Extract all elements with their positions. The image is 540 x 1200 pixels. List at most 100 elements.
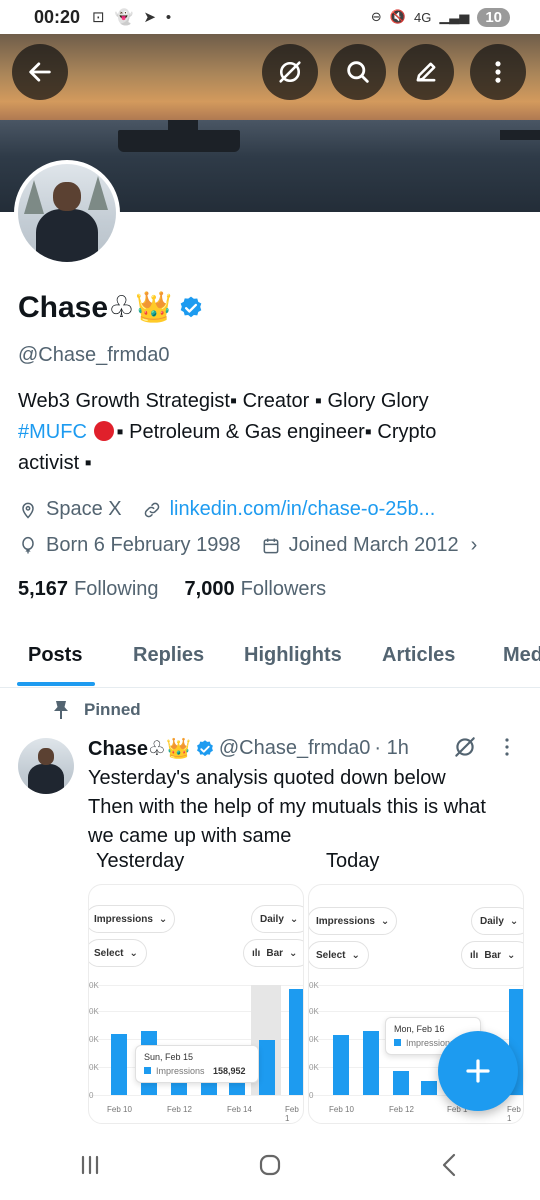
birthday-text: Born 6 February 1998 [46, 534, 241, 556]
metric-label: Impressions [94, 913, 153, 925]
y-tick: 0K [89, 1007, 99, 1016]
x-tick: Feb 12 [167, 1105, 192, 1114]
display-name: Chase♧👑 [18, 291, 173, 324]
chevron-down-icon: ⌄ [351, 949, 360, 961]
profile-tabs: Posts Replies Highlights Articles Med [0, 630, 540, 688]
grok-button[interactable] [262, 44, 318, 100]
grok-icon[interactable] [452, 734, 478, 760]
snapchat-icon: 👻 [114, 9, 134, 26]
edit-pencil-icon [416, 62, 436, 82]
tab-media[interactable]: Med [503, 644, 540, 667]
label-today: Today [326, 850, 380, 872]
mute-icon: 🔇 [389, 9, 406, 24]
followers-label[interactable]: Followers [241, 578, 327, 601]
search-button[interactable] [330, 44, 386, 100]
label-yesterday: Yesterday [96, 850, 185, 872]
compare-select[interactable]: Select ⌄ [309, 941, 369, 969]
red-circle-emoji [94, 421, 115, 441]
y-tick: 0 [309, 1091, 314, 1100]
tab-highlights[interactable]: Highlights [244, 644, 342, 667]
profile-handle: @Chase_frmda0 [18, 344, 170, 366]
chart-bar [289, 989, 303, 1095]
back-arrow-icon [29, 62, 51, 82]
avatar-tree [88, 176, 108, 210]
location-text: Space X [46, 498, 122, 520]
chart-type-label: Bar [266, 947, 284, 959]
y-tick: 0K [89, 981, 99, 990]
more-button[interactable] [470, 44, 526, 100]
x-tick: Feb 10 [107, 1105, 132, 1114]
following-label[interactable]: Following [74, 578, 158, 601]
hashtag-link[interactable]: #MUFC [18, 421, 87, 443]
avatar-person-body [28, 763, 64, 794]
tab-posts[interactable]: Posts [28, 644, 82, 667]
period-select[interactable]: Daily ⌄ [471, 907, 523, 935]
chevron-right-icon[interactable]: › [471, 534, 478, 557]
metric-select[interactable]: Impressions ⌄ [309, 907, 397, 935]
more-vertical-icon[interactable] [502, 736, 512, 758]
verified-badge-icon[interactable] [178, 295, 204, 321]
chart-type-select[interactable]: ılı Bar ⌄ [461, 941, 523, 969]
select-label: Select [316, 949, 346, 961]
post-author-handle[interactable]: @Chase_frmda0 [219, 737, 370, 760]
balloon-icon [22, 536, 34, 553]
avatar-person-head [38, 748, 54, 765]
bio-line-1: Web3 Growth Strategist▪︎ Creator ▪︎ Glor… [18, 390, 429, 412]
y-tick: 0K [309, 981, 319, 990]
x-tick: Feb 14 [227, 1105, 252, 1114]
profile-bio: Web3 Growth Strategist▪︎ Creator ▪︎ Glor… [18, 386, 518, 479]
website-link[interactable]: linkedin.com/in/chase-o-25b... [170, 498, 436, 521]
chevron-down-icon: ⌄ [509, 915, 519, 927]
search-icon [347, 61, 369, 83]
system-icons: ⊖ 🔇 4G ▁▃▅ 10 [370, 7, 510, 27]
chevron-down-icon: ⌄ [289, 913, 299, 925]
banner-ship [118, 130, 240, 152]
period-label: Daily [260, 913, 284, 925]
y-tick: 0K [309, 1035, 319, 1044]
follow-counts: 5,167 Following 7,000 Followers [18, 578, 326, 601]
recent-apps-icon[interactable] [76, 1151, 104, 1179]
x-tick: Feb 1 [285, 1105, 299, 1123]
avatar-photo [18, 164, 116, 262]
chart-card-yesterday[interactable]: Impressions ⌄ Daily ⌄ Select ⌄ ılı Bar ⌄ 0K 0… [88, 884, 304, 1124]
home-icon[interactable] [256, 1151, 284, 1179]
post-time: · 1h [374, 737, 409, 759]
chart-bar [363, 1031, 379, 1095]
metric-select[interactable]: Impressions ⌄ [89, 905, 175, 933]
chevron-down-icon: ⌄ [380, 915, 390, 927]
tooltip-date: Mon, Feb 16 [394, 1024, 445, 1034]
status-time: 00:20 [34, 6, 81, 27]
select-label: Select [94, 947, 124, 959]
chart-bar [421, 1081, 437, 1095]
location-pin-icon [22, 502, 34, 519]
post-author-name[interactable]: Chase♧👑 [88, 736, 191, 761]
screenshot-icon: ⊡ [92, 9, 105, 26]
edit-button[interactable] [398, 44, 454, 100]
period-select[interactable]: Daily ⌄ [251, 905, 303, 933]
compose-post-button[interactable] [438, 1031, 518, 1111]
profile-name-row: Chase♧👑 [18, 290, 204, 325]
chart-bar [229, 1081, 245, 1095]
back-button[interactable] [12, 44, 68, 100]
chart-bar [259, 1040, 275, 1095]
x-tick: Feb 10 [329, 1105, 354, 1114]
compare-select[interactable]: Select ⌄ [89, 939, 147, 967]
followers-count[interactable]: 7,000 [185, 578, 235, 601]
system-navigation-bar [0, 1130, 540, 1200]
x-tick: Feb 1 [507, 1105, 521, 1123]
post-header: Chase♧👑 @Chase_frmda0 · 1h [88, 736, 409, 761]
post-action-icons [452, 734, 512, 760]
chevron-down-icon: ⌄ [289, 947, 298, 959]
banner-ship-distant [500, 130, 540, 140]
bar-chart-icon: ılı [470, 949, 479, 961]
post-author-avatar[interactable] [18, 738, 74, 794]
dnd-icon: ⊖ [370, 9, 382, 24]
tab-articles[interactable]: Articles [382, 644, 455, 667]
profile-avatar[interactable] [14, 160, 120, 266]
tab-replies[interactable]: Replies [133, 644, 204, 667]
telegram-icon: ➤ [143, 9, 156, 26]
chevron-down-icon: ⌄ [129, 947, 138, 959]
back-icon[interactable] [436, 1151, 464, 1179]
chart-type-select[interactable]: ılı Bar ⌄ [243, 939, 303, 967]
following-count[interactable]: 5,167 [18, 578, 68, 601]
